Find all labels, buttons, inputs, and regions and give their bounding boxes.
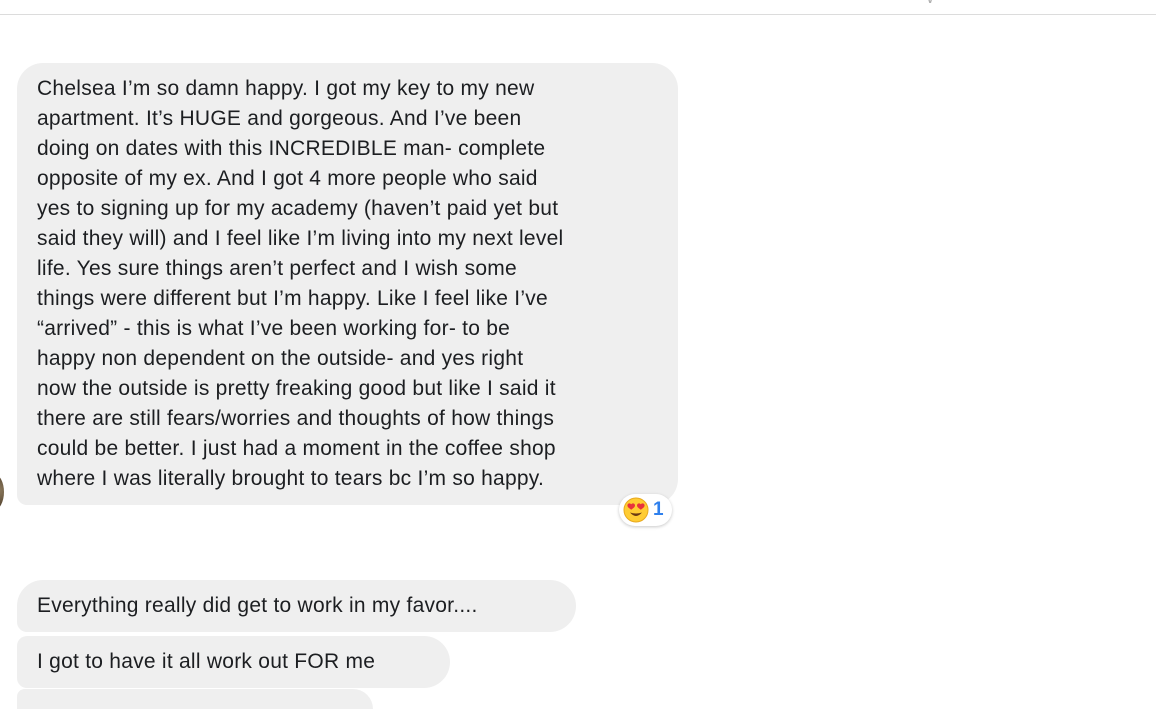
message-line: things were different but I’m happy. Lik…: [37, 287, 548, 310]
message-line: there are still fears/worries and though…: [37, 407, 555, 430]
message-line: apartment. It’s HUGE and gorgeous. And I…: [37, 107, 522, 130]
message-bubble[interactable]: I got to have it all work out FOR me: [17, 636, 450, 688]
message-line: where I was literally brought to tears b…: [37, 467, 545, 490]
reaction-count: 1: [653, 499, 664, 520]
message-line: could be better. I just had a moment in …: [37, 437, 556, 460]
message-bubble-partial[interactable]: [17, 689, 373, 709]
sender-avatar[interactable]: [0, 474, 4, 510]
message-line: yes to signing up for my academy (haven’…: [37, 197, 559, 220]
message-line: Chelsea I’m so damn happy. I got my key …: [37, 77, 535, 100]
header-text-fragment: ∨: [925, 0, 937, 5]
message-line: life. Yes sure things aren’t perfect and…: [37, 257, 517, 280]
conversation-header-edge: ∨: [0, 0, 1156, 15]
reaction-badge[interactable]: 1: [619, 494, 672, 526]
message-text: I got to have it all work out FOR me: [37, 650, 376, 673]
message-line: now the outside is pretty freaking good …: [37, 377, 556, 400]
message-text: Everything really did get to work in my …: [37, 594, 478, 617]
message-line: opposite of my ex. And I got 4 more peop…: [37, 167, 538, 190]
message-line: doing on dates with this INCREDIBLE man-…: [37, 137, 546, 160]
heart-eyes-face-icon: [623, 497, 649, 523]
message-bubble[interactable]: Everything really did get to work in my …: [17, 580, 576, 632]
message-line: happy non dependent on the outside- and …: [37, 347, 524, 370]
message-line: said they will) and I feel like I’m livi…: [37, 227, 564, 250]
message-line: “arrived” - this is what I’ve been worki…: [37, 317, 511, 340]
message-bubble[interactable]: Chelsea I’m so damn happy. I got my key …: [17, 63, 678, 505]
